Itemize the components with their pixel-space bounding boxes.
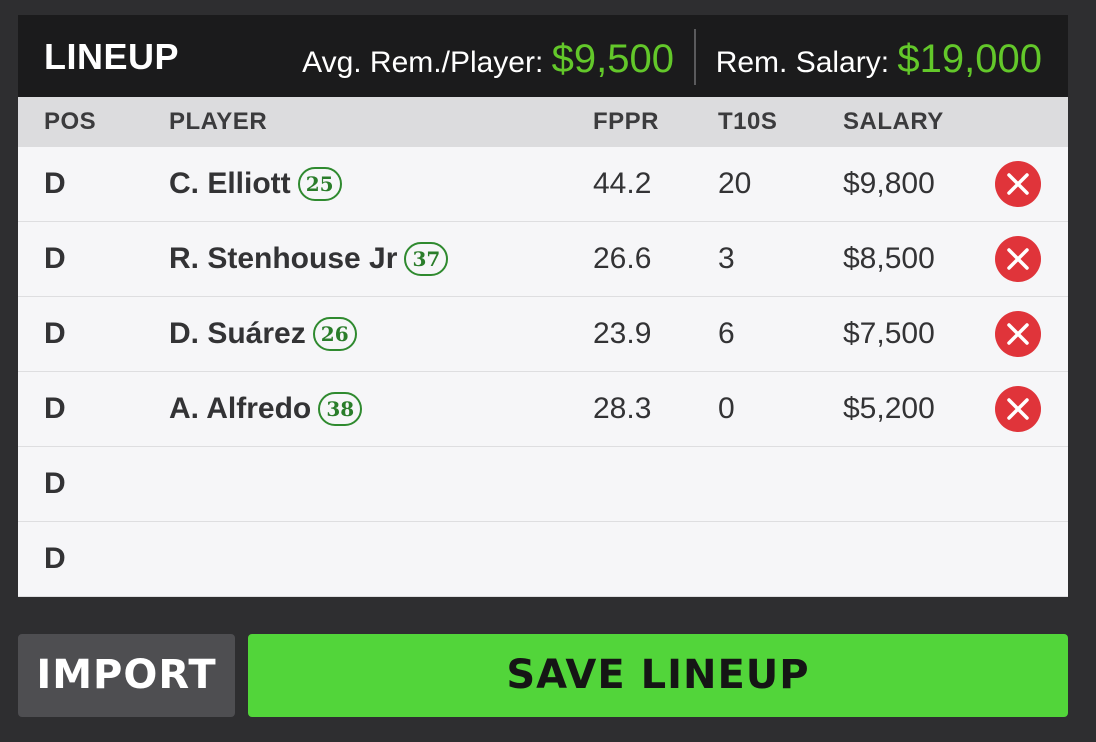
row-t10s: 6 (718, 317, 735, 350)
row-fppr: 28.3 (593, 392, 652, 425)
header-divider (694, 29, 696, 85)
save-lineup-button[interactable]: SAVE LINEUP (248, 634, 1068, 717)
row-salary: $5,200 (843, 392, 935, 425)
column-header-pos[interactable]: POS (44, 97, 96, 147)
row-t10s: 3 (718, 242, 735, 275)
column-header-t10s[interactable]: T10S (718, 97, 777, 147)
remove-x-icon (1007, 323, 1029, 345)
row-fppr: 44.2 (593, 167, 652, 200)
lineup-title: LINEUP (44, 36, 180, 77)
row-position: D (44, 392, 66, 425)
row-t10s: 20 (718, 167, 752, 200)
column-header-fppr[interactable]: FPPR (593, 97, 659, 147)
remaining-salary-label: Rem. Salary: (715, 46, 898, 79)
row-player[interactable]: D. Suárez 26 (169, 297, 357, 371)
remove-player-button[interactable] (995, 386, 1041, 432)
lineup-row: D R. Stenhouse Jr 37 26.6 3 $8,500 (18, 222, 1068, 297)
car-number-badge: 37 (404, 242, 449, 276)
remaining-salary-value: $19,000 (897, 37, 1042, 81)
empty-lineup-slot[interactable]: D (18, 447, 1068, 522)
lineup-row: D A. Alfredo 38 28.3 0 $5,200 (18, 372, 1068, 447)
player-name[interactable]: D. Suárez (169, 297, 306, 371)
row-player[interactable]: A. Alfredo 38 (169, 372, 363, 446)
lineup-panel: LINEUP Avg. Rem./Player: $9,500 Rem. Sal… (18, 15, 1068, 597)
row-position: D (44, 542, 66, 575)
column-header-player[interactable]: PLAYER (169, 97, 267, 147)
remove-x-icon (1007, 173, 1029, 195)
row-position: D (44, 317, 66, 350)
row-fppr: 26.6 (593, 242, 652, 275)
avg-remaining-label: Avg. Rem./Player: (302, 46, 552, 79)
player-name[interactable]: R. Stenhouse Jr (169, 222, 397, 296)
column-header-row: POS PLAYER FPPR T10S SALARY (18, 97, 1068, 147)
car-number-badge: 38 (318, 392, 363, 426)
import-button[interactable]: IMPORT (18, 634, 235, 717)
row-position: D (44, 467, 66, 500)
empty-lineup-slot[interactable]: D (18, 522, 1068, 597)
remove-x-icon (1007, 248, 1029, 270)
car-number-badge: 26 (312, 317, 357, 351)
row-salary: $8,500 (843, 242, 935, 275)
row-position: D (44, 167, 66, 200)
remove-player-button[interactable] (995, 161, 1041, 207)
remaining-salary: Rem. Salary: $19,000 (716, 37, 1042, 81)
avg-remaining-per-player: Avg. Rem./Player: $9,500 (302, 37, 674, 81)
row-fppr: 23.9 (593, 317, 652, 350)
lineup-header: LINEUP Avg. Rem./Player: $9,500 Rem. Sal… (18, 15, 1068, 97)
avg-remaining-value: $9,500 (551, 37, 674, 81)
player-name[interactable]: C. Elliott (169, 147, 291, 221)
remove-x-icon (1007, 398, 1029, 420)
remove-player-button[interactable] (995, 236, 1041, 282)
row-salary: $9,800 (843, 167, 935, 200)
car-number-badge: 25 (297, 167, 342, 201)
row-salary: $7,500 (843, 317, 935, 350)
row-player[interactable]: R. Stenhouse Jr 37 (169, 222, 449, 296)
row-t10s: 0 (718, 392, 735, 425)
player-name[interactable]: A. Alfredo (169, 372, 311, 446)
lineup-row: D D. Suárez 26 23.9 6 $7,500 (18, 297, 1068, 372)
lineup-row: D C. Elliott 25 44.2 20 $9,800 (18, 147, 1068, 222)
row-position: D (44, 242, 66, 275)
remove-player-button[interactable] (995, 311, 1041, 357)
row-player[interactable]: C. Elliott 25 (169, 147, 342, 221)
column-header-salary[interactable]: SALARY (843, 97, 944, 147)
